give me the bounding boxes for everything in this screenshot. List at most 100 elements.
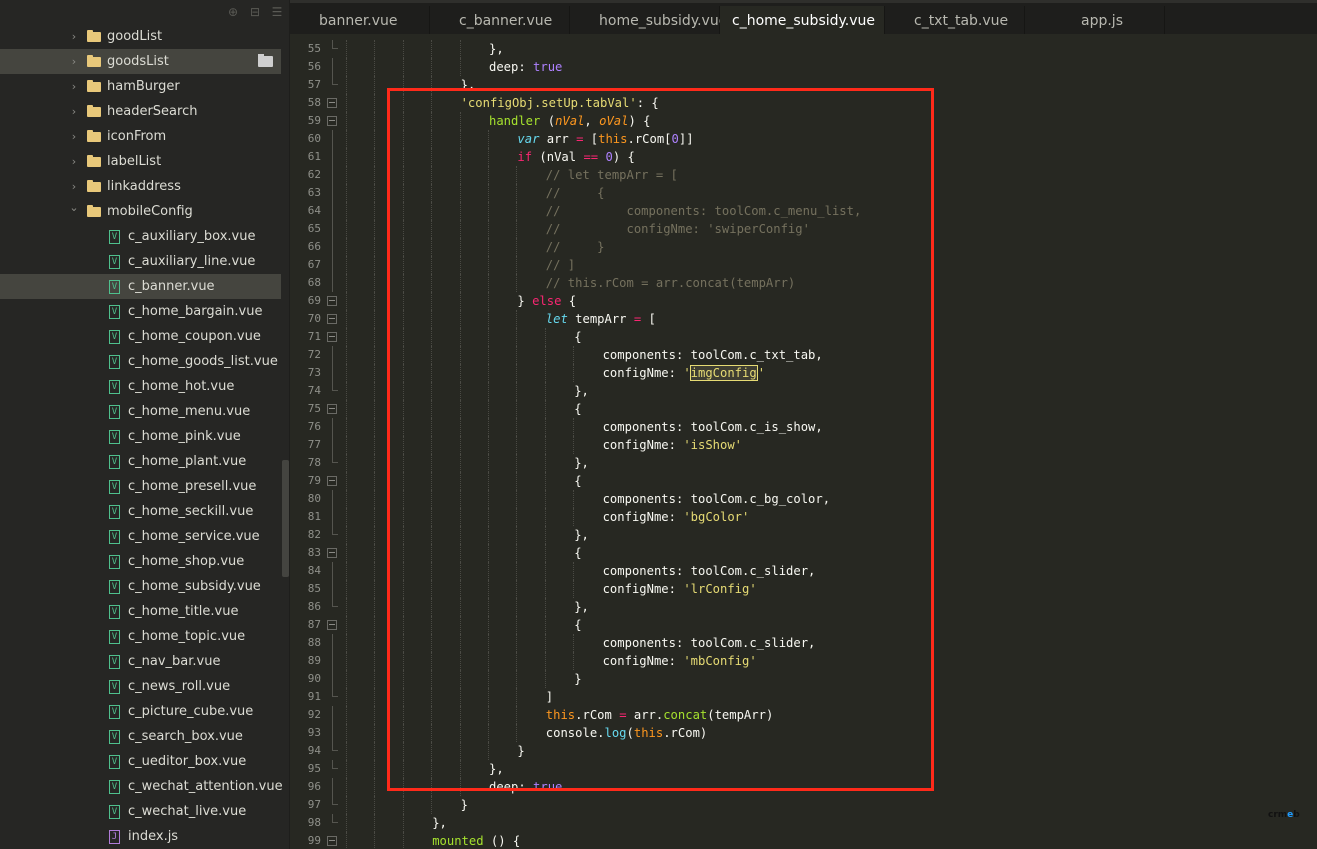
code-line[interactable]: 90} — [290, 670, 1317, 688]
code-line[interactable]: 68 // this.rCom = arr.concat(tempArr) — [290, 274, 1317, 292]
code-line[interactable]: 57}, — [290, 76, 1317, 94]
code-line[interactable]: 97} — [290, 796, 1317, 814]
code-line[interactable]: 93 console.log(this.rCom) — [290, 724, 1317, 742]
fold-toggle-icon[interactable] — [327, 314, 337, 324]
tree-item[interactable]: Vc_home_pink.vue — [0, 424, 281, 449]
code-line[interactable]: 79 { — [290, 472, 1317, 490]
code-line[interactable]: 59 handler (nVal, oVal) { — [290, 112, 1317, 130]
tree-item[interactable]: Vc_home_topic.vue — [0, 624, 281, 649]
fold-toggle-icon[interactable] — [327, 836, 337, 846]
chevron-right-icon[interactable]: › — [69, 74, 79, 99]
code-line[interactable]: 85 configNme: 'lrConfig' — [290, 580, 1317, 598]
fold-toggle-icon[interactable] — [327, 116, 337, 126]
tree-item[interactable]: Jindex.js — [0, 824, 281, 849]
code-line[interactable]: 61 if (nVal == 0) { — [290, 148, 1317, 166]
chevron-right-icon[interactable]: › — [69, 49, 79, 74]
code-line[interactable]: 74}, — [290, 382, 1317, 400]
tree-item[interactable]: › hamBurger — [0, 74, 281, 99]
tree-item[interactable]: Vc_home_seckill.vue — [0, 499, 281, 524]
code-line[interactable]: 72 components: toolCom.c_txt_tab, — [290, 346, 1317, 364]
code-line[interactable]: 75 { — [290, 400, 1317, 418]
fold-toggle-icon[interactable] — [327, 296, 337, 306]
tree-item[interactable]: Vc_banner.vue — [0, 274, 281, 299]
code-line[interactable]: 98}, — [290, 814, 1317, 832]
tab-banner-vue[interactable]: banner.vue — [290, 6, 430, 37]
code-line[interactable]: 87 { — [290, 616, 1317, 634]
tree-item[interactable]: Vc_home_title.vue — [0, 599, 281, 624]
code-line[interactable]: 63 // { — [290, 184, 1317, 202]
code-line[interactable]: 65 // configNme: 'swiperConfig' — [290, 220, 1317, 238]
tree-item[interactable]: › goodsList — [0, 49, 281, 74]
fold-toggle-icon[interactable] — [327, 404, 337, 414]
tab-c-banner-vue[interactable]: c_banner.vue — [430, 6, 570, 37]
open-folder-icon[interactable] — [258, 54, 273, 67]
code-line[interactable]: 78}, — [290, 454, 1317, 472]
code-line[interactable]: 56 deep: true — [290, 58, 1317, 76]
chevron-right-icon[interactable]: › — [69, 149, 79, 174]
code-line[interactable]: 71 { — [290, 328, 1317, 346]
code-line[interactable]: 55}, — [290, 40, 1317, 58]
tree-item[interactable]: Vc_ueditor_box.vue — [0, 749, 281, 774]
collapse-all-icon[interactable]: ⊟ — [248, 5, 262, 19]
fold-toggle-icon[interactable] — [327, 476, 337, 486]
code-line[interactable]: 81 configNme: 'bgColor' — [290, 508, 1317, 526]
code-line[interactable]: 99 mounted () { — [290, 832, 1317, 849]
code-editor[interactable]: 55}, 56 deep: true 57}, 58'configObj.setUp.t… — [290, 34, 1317, 849]
fold-toggle-icon[interactable] — [327, 620, 337, 630]
code-line[interactable]: 83 { — [290, 544, 1317, 562]
tree-item[interactable]: Vc_picture_cube.vue — [0, 699, 281, 724]
tree-item[interactable]: › linkaddress — [0, 174, 281, 199]
tab-home-subsidy-vue[interactable]: home_subsidy.vue — [570, 6, 727, 37]
tree-item[interactable]: › labelList — [0, 149, 281, 174]
sidebar-scrollbar[interactable] — [282, 460, 289, 577]
tree-item[interactable]: Vc_home_bargain.vue — [0, 299, 281, 324]
chevron-right-icon[interactable]: › — [69, 124, 79, 149]
code-line[interactable]: 86}, — [290, 598, 1317, 616]
tree-item[interactable]: Vc_home_hot.vue — [0, 374, 281, 399]
code-line[interactable]: 91] — [290, 688, 1317, 706]
code-line[interactable]: 80 components: toolCom.c_bg_color, — [290, 490, 1317, 508]
tree-item[interactable]: Vc_home_service.vue — [0, 524, 281, 549]
code-line[interactable]: 62 // let tempArr = [ — [290, 166, 1317, 184]
code-line[interactable]: 69} else { — [290, 292, 1317, 310]
menu-icon[interactable]: ☰ — [270, 5, 284, 19]
tree-item[interactable]: Vc_wechat_attention.vue — [0, 774, 283, 799]
code-line[interactable]: 88 components: toolCom.c_slider, — [290, 634, 1317, 652]
code-line[interactable]: 67 // ] — [290, 256, 1317, 274]
code-line[interactable]: 76 components: toolCom.c_is_show, — [290, 418, 1317, 436]
code-line[interactable]: 64 // components: toolCom.c_menu_list, — [290, 202, 1317, 220]
tab-c-txt-tab-vue[interactable]: c_txt_tab.vue — [885, 6, 1025, 37]
tree-item[interactable]: Vc_news_roll.vue — [0, 674, 281, 699]
code-line[interactable]: 73 configNme: 'imgConfig' — [290, 364, 1317, 382]
chevron-right-icon[interactable]: › — [69, 24, 79, 49]
tree-item[interactable]: Vc_search_box.vue — [0, 724, 281, 749]
tree-item[interactable]: Vc_wechat_live.vue — [0, 799, 281, 824]
code-line[interactable]: 60 var arr = [this.rCom[0]] — [290, 130, 1317, 148]
code-line[interactable]: 66 // } — [290, 238, 1317, 256]
code-line[interactable]: 82}, — [290, 526, 1317, 544]
tab-c-home-subsidy-vue[interactable]: c_home_subsidy.vue — [720, 6, 885, 37]
tree-item[interactable]: ⌄ mobileConfig — [0, 199, 281, 224]
code-line[interactable]: 70 let tempArr = [ — [290, 310, 1317, 328]
fold-toggle-icon[interactable] — [327, 98, 337, 108]
tree-item[interactable]: Vc_auxiliary_box.vue — [0, 224, 281, 249]
code-line[interactable]: 94} — [290, 742, 1317, 760]
code-line[interactable]: 95}, — [290, 760, 1317, 778]
tree-item[interactable]: Vc_nav_bar.vue — [0, 649, 281, 674]
tree-item[interactable]: › iconFrom — [0, 124, 281, 149]
locate-icon[interactable]: ⊕ — [226, 5, 240, 19]
tree-item[interactable]: Vc_home_plant.vue — [0, 449, 281, 474]
tree-item[interactable]: Vc_home_coupon.vue — [0, 324, 281, 349]
tree-item[interactable]: Vc_home_menu.vue — [0, 399, 281, 424]
code-line[interactable]: 58 'configObj.setUp.tabVal': { — [290, 94, 1317, 112]
code-line[interactable]: 89 configNme: 'mbConfig' — [290, 652, 1317, 670]
fold-toggle-icon[interactable] — [327, 332, 337, 342]
tree-item[interactable]: Vc_home_presell.vue — [0, 474, 281, 499]
code-line[interactable]: 77 configNme: 'isShow' — [290, 436, 1317, 454]
code-line[interactable]: 84 components: toolCom.c_slider, — [290, 562, 1317, 580]
tree-item[interactable]: Vc_home_subsidy.vue — [0, 574, 281, 599]
tree-item[interactable]: Vc_auxiliary_line.vue — [0, 249, 281, 274]
tree-item[interactable]: Vc_home_shop.vue — [0, 549, 281, 574]
code-line[interactable]: 92 this.rCom = arr.concat(tempArr) — [290, 706, 1317, 724]
tree-item[interactable]: Vc_home_goods_list.vue — [0, 349, 281, 374]
